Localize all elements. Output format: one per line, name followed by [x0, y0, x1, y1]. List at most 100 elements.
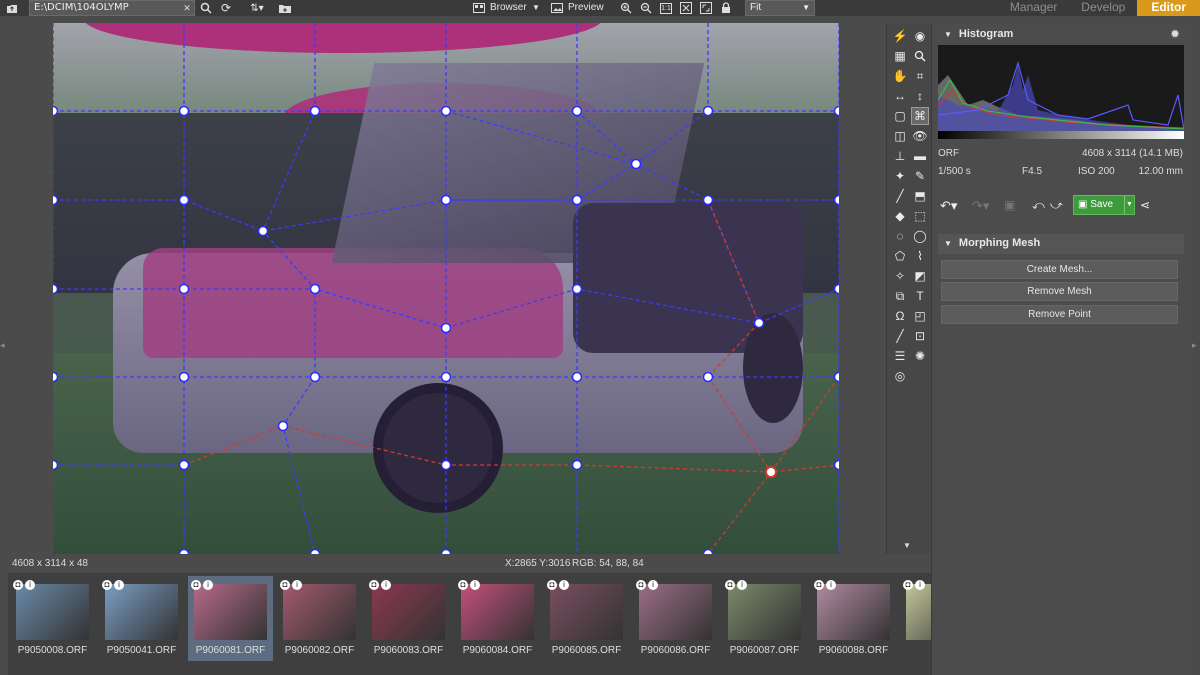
right-panel-toggle-icon[interactable]: ▸ — [1192, 340, 1200, 351]
thumbnail[interactable]: ◘ i P9050041.ORF — [99, 576, 184, 661]
effects-icon[interactable]: ✺ — [911, 347, 929, 365]
mesh-point[interactable] — [702, 371, 714, 383]
retouch-icon[interactable]: ✎ — [911, 167, 929, 185]
mesh-point[interactable] — [440, 105, 452, 117]
zoom-select[interactable]: Fit ▼ — [745, 0, 815, 16]
image-viewer[interactable] — [8, 23, 886, 554]
mesh-point[interactable] — [53, 105, 59, 117]
mesh-point[interactable] — [53, 194, 59, 206]
eye-icon[interactable]: 👁 — [911, 127, 929, 145]
thumbnail[interactable]: ◘ i P9060086.ORF — [633, 576, 718, 661]
browser-icon[interactable] — [471, 0, 487, 16]
lightning-icon[interactable]: ⚡ — [891, 27, 909, 45]
shape-icon[interactable]: ◰ — [911, 307, 929, 325]
thumbnail[interactable]: ◘ i P9060085.ORF — [544, 576, 629, 661]
morphing-mesh-header[interactable]: ▼ Morphing Mesh — [938, 234, 1184, 254]
preview-icon[interactable] — [549, 0, 565, 16]
morph-mesh-icon[interactable]: ⌘ — [911, 107, 929, 125]
path-input[interactable]: E:\DCIM\104OLYMP — [29, 0, 195, 16]
bucket-icon[interactable]: ⬒ — [911, 187, 929, 205]
mesh-point[interactable] — [571, 105, 583, 117]
browser-button[interactable]: Browser — [490, 0, 527, 16]
morph-mesh[interactable] — [53, 23, 839, 554]
mesh-point[interactable] — [571, 371, 583, 383]
stamp-icon[interactable]: ⊥ — [891, 147, 909, 165]
sort-icon[interactable]: ⇅▾ — [244, 0, 270, 16]
brush-icon[interactable]: ╱ — [891, 187, 909, 205]
mesh-point[interactable] — [571, 459, 583, 471]
tools-more-icon[interactable]: ▼ — [903, 541, 911, 550]
mesh-point[interactable] — [309, 105, 321, 117]
zoom-in-icon[interactable] — [618, 0, 634, 16]
remove-point-button[interactable]: Remove Point — [941, 305, 1178, 324]
mesh-point[interactable] — [178, 459, 190, 471]
mesh-point[interactable] — [833, 283, 840, 295]
split-icon[interactable]: ◫ — [891, 127, 909, 145]
magic-wand-icon[interactable]: ✧ — [891, 267, 909, 285]
mesh-point-selected[interactable] — [765, 466, 777, 478]
mesh-point[interactable] — [440, 194, 452, 206]
mesh-point[interactable] — [53, 371, 59, 383]
crop-icon[interactable]: ⌗ — [911, 67, 929, 85]
folder-up-icon[interactable] — [4, 0, 20, 16]
symbol-icon[interactable]: Ω — [891, 307, 909, 325]
settings-gear-icon[interactable]: ✹ — [1170, 27, 1180, 41]
share-icon[interactable]: ⋖ — [1140, 198, 1150, 212]
text-icon[interactable]: T — [911, 287, 929, 305]
thumbnail[interactable]: ◘ i P9060084.ORF — [455, 576, 540, 661]
save-button[interactable]: ▣ Save ▼ — [1073, 195, 1135, 215]
mesh-point[interactable] — [53, 283, 59, 295]
mesh-point[interactable] — [178, 194, 190, 206]
mesh-point[interactable] — [53, 459, 59, 471]
remove-mesh-button[interactable]: Remove Mesh — [941, 282, 1178, 301]
save-dropdown-icon[interactable]: ▼ — [1124, 196, 1134, 214]
mesh-point[interactable] — [571, 194, 583, 206]
lock-icon[interactable] — [718, 0, 734, 16]
mesh-point[interactable] — [440, 322, 452, 334]
ellipse-select-icon[interactable]: ◌ — [891, 227, 909, 245]
tab-editor[interactable]: Editor — [1137, 0, 1200, 16]
history-icon[interactable]: ▣ — [1004, 198, 1015, 212]
thumbnail[interactable]: ◘ i P9060088.ORF — [811, 576, 896, 661]
frame-icon[interactable]: ◎ — [891, 367, 909, 385]
refresh-icon[interactable]: ⟳ — [218, 0, 234, 16]
hand-icon[interactable]: ✋ — [891, 67, 909, 85]
line-icon[interactable]: ╱ — [891, 327, 909, 345]
erase-tool-icon[interactable]: ◆ — [891, 207, 909, 225]
callout-icon[interactable]: ⊡ — [911, 327, 929, 345]
mesh-point[interactable] — [257, 225, 269, 237]
magnifier-icon[interactable] — [911, 47, 929, 65]
create-mesh-button[interactable]: Create Mesh... — [941, 260, 1178, 279]
new-folder-icon[interactable] — [277, 0, 293, 16]
tab-manager[interactable]: Manager — [998, 0, 1069, 16]
gradient-select-icon[interactable]: ◩ — [911, 267, 929, 285]
mesh-point[interactable] — [702, 105, 714, 117]
photo-canvas[interactable] — [53, 23, 839, 554]
browser-dropdown-icon[interactable]: ▼ — [532, 0, 540, 16]
rotate-left-icon[interactable]: ⤺ — [1032, 198, 1045, 213]
undo-icon[interactable]: ↶▾ — [940, 198, 957, 214]
rotate-right-icon[interactable]: ⤻ — [1050, 198, 1063, 213]
mesh-point[interactable] — [833, 459, 840, 471]
left-panel-toggle-icon[interactable]: ◂ — [0, 340, 8, 351]
thumbnail[interactable]: ◘ i P9060081.ORF — [188, 576, 273, 661]
lasso-icon[interactable]: ◯ — [911, 227, 929, 245]
transform-icon[interactable]: ▢ — [891, 107, 909, 125]
mesh-point[interactable] — [833, 371, 840, 383]
redeye-icon[interactable]: ◉ — [911, 27, 929, 45]
thumbnail[interactable]: ◘i P91 — [900, 576, 931, 661]
mesh-point[interactable] — [309, 371, 321, 383]
mesh-point[interactable] — [178, 371, 190, 383]
thumbnail[interactable]: ◘ i P9050008.ORF — [10, 576, 95, 661]
hatch-icon[interactable]: ☰ — [891, 347, 909, 365]
straighten-icon[interactable]: ↔ — [891, 87, 909, 105]
thumbnail[interactable]: ◘ i P9060087.ORF — [722, 576, 807, 661]
polygon-select-icon[interactable]: ⬠ — [891, 247, 909, 265]
mesh-point[interactable] — [178, 105, 190, 117]
vertical-icon[interactable]: ↕ — [911, 87, 929, 105]
fit-screen-icon[interactable] — [678, 0, 694, 16]
rect-select-icon[interactable]: ⬚ — [911, 207, 929, 225]
eraser-icon[interactable]: ▬ — [911, 147, 929, 165]
zoom-out-icon[interactable] — [638, 0, 654, 16]
mesh-point[interactable] — [833, 105, 840, 117]
